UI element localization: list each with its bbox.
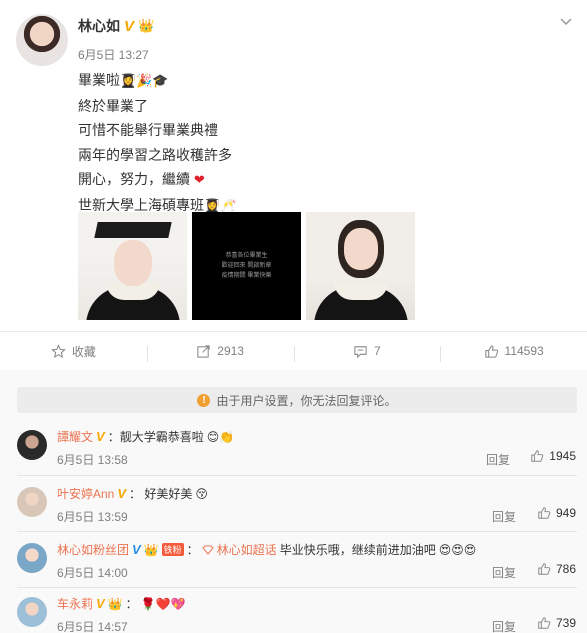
comment-like-button[interactable]: 786 (537, 562, 576, 576)
comment-like-button[interactable]: 739 (537, 616, 576, 630)
comment-icon (354, 345, 367, 358)
reply-disabled-notice: ! 由于用户设置，你无法回复评论。 (17, 387, 577, 413)
comment-text: 车永莉 V 👑 ： 🌹❤️💖 (57, 595, 185, 612)
comment-item: 林心如粉丝团 V 👑 铁粉 ： 林心如超话 毕业快乐哦，继续前进加油吧 😍😍😍 … (0, 533, 587, 589)
like-button[interactable]: 114593 (440, 344, 587, 362)
commenter-avatar[interactable] (17, 597, 47, 627)
comment-content: ：靓大学霸恭喜啦 (107, 430, 204, 444)
emoji: 😊👏 (206, 429, 235, 444)
like-count: 114593 (504, 344, 544, 358)
comment-user[interactable]: 譚耀文 (57, 428, 93, 445)
graduation-emoji: 👩‍🎓🎉🎓 (120, 73, 169, 88)
author-name[interactable]: 林心如 (78, 16, 120, 36)
comment-time: 6月5日 14:00 (57, 566, 128, 580)
verified-icon: V (96, 596, 105, 611)
verified-icon: V (124, 17, 135, 35)
super-topic-label: 林心如超话 (216, 543, 277, 557)
like-icon (484, 344, 498, 358)
comment-content: ： 好美好美 (129, 487, 193, 501)
like-icon (538, 563, 551, 575)
post-image-2[interactable]: 恭喜各位畢業生 歡迎回來 開啟新章 疫情期間 畢業快樂 (192, 212, 301, 320)
comment-like-button[interactable]: 1945 (530, 449, 576, 463)
comment-text: 叶安婷Ann V ： 好美好美 😚 (57, 485, 208, 502)
comment-button[interactable]: 7 (293, 344, 441, 362)
diamond-icon (201, 545, 214, 555)
comment-item: 车永莉 V 👑 ： 🌹❤️💖 6月5日 14:57 回复 739 (0, 587, 587, 633)
like-icon (538, 617, 551, 629)
emoji: 😍😍😍 (438, 542, 477, 557)
comment-like-count: 786 (555, 562, 576, 576)
celebrate-emoji: 👩‍🎓🥂 (204, 197, 237, 213)
commenter-avatar[interactable] (17, 430, 47, 460)
comment-time: 6月5日 13:58 (57, 453, 128, 467)
post-line: 畢業啦 (78, 72, 120, 88)
comment-like-count: 949 (555, 506, 576, 520)
action-bar: 收藏 2913 7 114593 (0, 332, 587, 370)
comment-user[interactable]: 车永莉 (57, 595, 93, 612)
reply-link[interactable]: 回复 (492, 508, 516, 525)
comment-item: 叶安婷Ann V ： 好美好美 😚 6月5日 13:59 回复 949 (0, 477, 587, 533)
like-icon (538, 507, 551, 519)
notice-text: 由于用户设置，你无法回复评论。 (216, 393, 397, 408)
post-line: 兩年的學習之路收穫許多 (78, 146, 232, 163)
reply-link[interactable]: 回复 (492, 564, 516, 581)
comment-content: ： (125, 597, 138, 611)
verified-icon: V (132, 542, 141, 557)
post-line: 可惜不能舉行畢業典禮 (78, 122, 218, 138)
post-image-1[interactable] (78, 212, 187, 320)
image-text-line: 歡迎回來 開啟新章 (221, 263, 272, 269)
weibo-post: 林心如 V 👑 6月5日 13:27 畢業啦👩‍🎓🎉🎓 終於畢業了 可惜不能舉行… (0, 0, 587, 633)
comment-time: 6月5日 13:59 (57, 510, 128, 524)
commenter-avatar[interactable] (17, 487, 47, 517)
author-row: 林心如 V 👑 (78, 16, 154, 36)
post-text: 畢業啦👩‍🎓🎉🎓 終於畢業了 可惜不能舉行畢業典禮 兩年的學習之路收穫許多 開心… (78, 68, 236, 218)
verified-icon: V (96, 429, 105, 444)
post-time[interactable]: 6月5日 13:27 (78, 46, 149, 63)
emoji: 🌹❤️💖 (140, 596, 186, 611)
comment-count: 7 (374, 344, 381, 358)
comment-like-count: 1945 (549, 449, 576, 463)
reply-link[interactable]: 回复 (492, 618, 516, 633)
divider (17, 531, 577, 532)
comment-like-button[interactable]: 949 (537, 506, 576, 520)
share-count: 2913 (217, 344, 244, 358)
divider (17, 475, 577, 476)
comment-user[interactable]: 林心如粉丝团 (57, 541, 129, 558)
comment-like-count: 739 (555, 616, 576, 630)
emoji: 😚 (195, 486, 208, 501)
image-text-line: 恭喜各位畢業生 (225, 253, 268, 259)
member-crown-icon: 👑 (138, 18, 155, 33)
image-text-line: 疫情期間 畢業快樂 (221, 273, 272, 279)
heart-emoji: ❤ (193, 172, 205, 187)
comment-time: 6月5日 14:57 (57, 620, 128, 633)
comment-text: 林心如粉丝团 V 👑 铁粉 ： 林心如超话 毕业快乐哦，继续前进加油吧 😍😍😍 (57, 541, 477, 558)
comment-content: 毕业快乐哦，继续前进加油吧 (279, 543, 436, 557)
favorite-button[interactable]: 收藏 (0, 343, 147, 360)
fan-badge: 铁粉 (161, 543, 184, 556)
star-icon (51, 343, 66, 358)
author-avatar[interactable] (16, 14, 68, 66)
post-image-3[interactable] (306, 212, 415, 320)
comment-user[interactable]: 叶安婷Ann (57, 485, 114, 502)
post-line: 世新大學上海碩專班 (78, 196, 204, 213)
reply-link[interactable]: 回复 (486, 451, 510, 468)
commenter-avatar[interactable] (17, 543, 47, 573)
post-images: 恭喜各位畢業生 歡迎回來 開啟新章 疫情期間 畢業快樂 (78, 212, 415, 320)
post-line: 終於畢業了 (78, 97, 148, 114)
share-button[interactable]: 2913 (146, 344, 294, 362)
comment-text: 譚耀文 V ：靓大学霸恭喜啦 😊👏 (57, 428, 234, 445)
share-icon (197, 344, 210, 358)
favorite-label: 收藏 (71, 344, 96, 359)
super-topic-link[interactable]: 林心如超话 (201, 541, 277, 558)
info-icon: ! (197, 393, 211, 407)
chevron-down-icon[interactable] (559, 14, 573, 33)
verified-icon: V (117, 486, 127, 501)
member-crown-icon: 👑 (143, 542, 159, 557)
like-icon (531, 450, 544, 462)
member-crown-icon: 👑 (107, 596, 123, 611)
post-line: 開心，努力，繼續 (78, 171, 190, 187)
comment-item: 譚耀文 V ：靓大学霸恭喜啦 😊👏 6月5日 13:58 回复 1945 (0, 420, 587, 476)
